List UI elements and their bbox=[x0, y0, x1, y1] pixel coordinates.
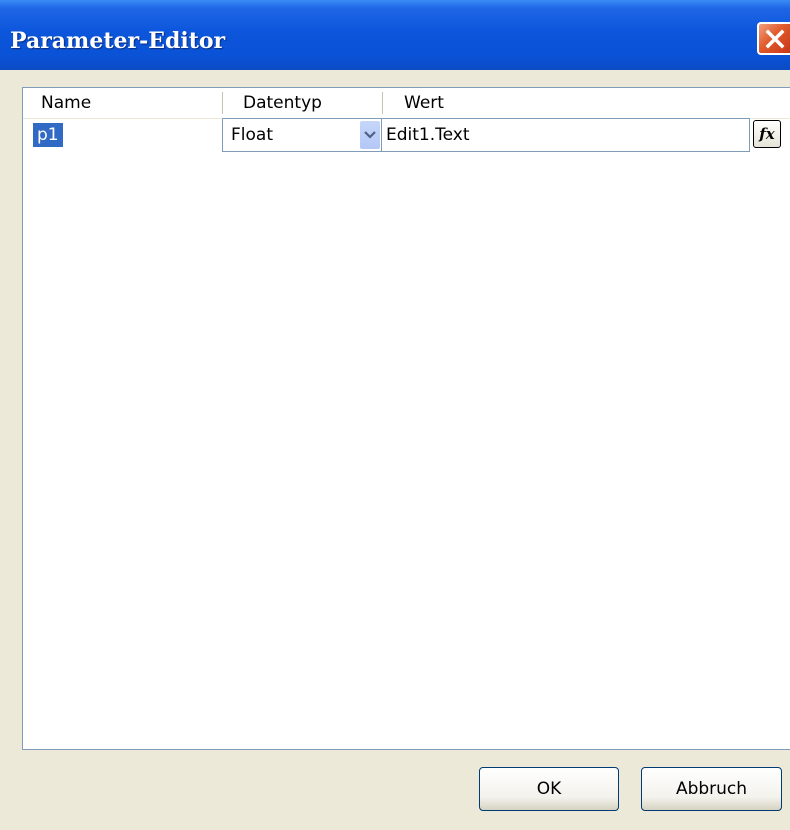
parameter-editor-window: Parameter-Editor Name Datentyp Wert p1 F… bbox=[0, 0, 790, 830]
column-header-name[interactable]: Name bbox=[41, 88, 91, 118]
title-bar[interactable]: Parameter-Editor bbox=[0, 0, 790, 70]
dialog-client-area: Name Datentyp Wert p1 Float Edit1.Text f… bbox=[0, 70, 790, 830]
parameter-name-cell[interactable]: p1 bbox=[33, 123, 63, 147]
dropdown-button[interactable] bbox=[360, 121, 380, 149]
column-separator[interactable] bbox=[222, 92, 223, 114]
parameter-grid[interactable]: Name Datentyp Wert p1 Float Edit1.Text f… bbox=[22, 87, 790, 750]
column-header-datentyp[interactable]: Datentyp bbox=[243, 88, 322, 118]
function-icon: fx bbox=[759, 125, 775, 143]
chevron-down-icon bbox=[364, 131, 376, 139]
close-icon bbox=[765, 29, 785, 49]
datatype-dropdown[interactable]: Float bbox=[222, 118, 382, 152]
function-button[interactable]: fx bbox=[753, 120, 781, 148]
cancel-button[interactable]: Abbruch bbox=[641, 767, 782, 811]
datatype-value: Float bbox=[231, 125, 273, 145]
ok-button[interactable]: OK bbox=[479, 767, 619, 811]
grid-header: Name Datentyp Wert bbox=[23, 88, 790, 119]
close-button[interactable] bbox=[757, 22, 790, 55]
table-row[interactable]: p1 Float Edit1.Text fx bbox=[23, 118, 790, 154]
column-separator[interactable] bbox=[382, 92, 383, 114]
value-text: Edit1.Text bbox=[386, 125, 470, 145]
window-title: Parameter-Editor bbox=[10, 28, 226, 54]
value-input[interactable]: Edit1.Text bbox=[382, 118, 750, 152]
column-header-wert[interactable]: Wert bbox=[404, 88, 444, 118]
